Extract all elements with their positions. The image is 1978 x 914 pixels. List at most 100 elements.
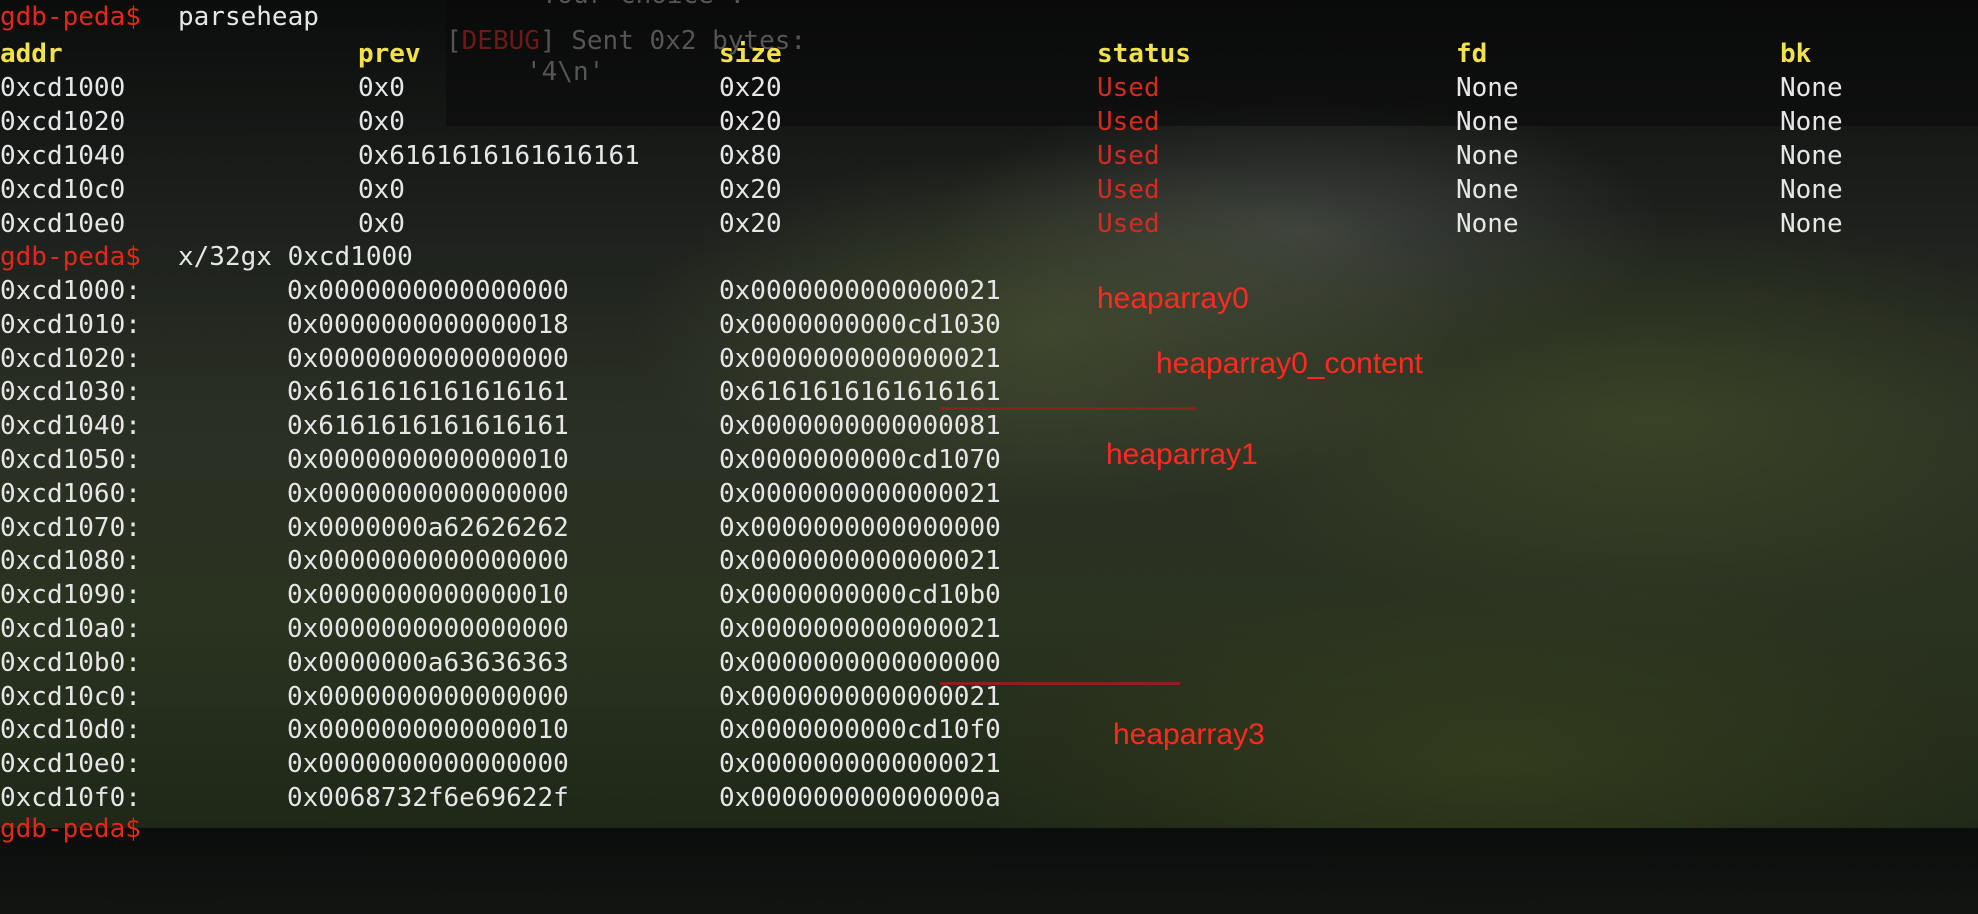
dump-qword-low-cell: 0x0000000000000010 xyxy=(287,715,569,746)
gdb-prompt: gdb-peda$ xyxy=(0,814,141,844)
dump-qword-low-cell: 0x0068732f6e69622f xyxy=(287,783,569,813)
dump-address-cell: 0xcd10f0: xyxy=(0,783,141,813)
command-line-next: gdb-peda$ xyxy=(0,812,141,846)
parseheap-bk-cell: None xyxy=(1780,141,1843,171)
parseheap-size-cell: 0x20 xyxy=(719,107,782,137)
parseheap-size-cell: 0x80 xyxy=(719,141,782,171)
dump-address-cell: 0xcd1010: xyxy=(0,309,141,340)
parseheap-prev-cell: 0x0 xyxy=(358,175,405,205)
dump-address-cell: 0xcd10a0: xyxy=(0,614,141,644)
annotation-underline-2 xyxy=(940,682,1180,685)
parseheap-fd-cell: None xyxy=(1456,209,1519,239)
parseheap-bk-cell: None xyxy=(1780,73,1843,103)
dump-qword-low-cell: 0x0000000000000000 xyxy=(287,478,569,509)
command-line-parseheap: gdb-peda$ parseheap xyxy=(0,0,319,34)
dump-qword-high-cell: 0x0000000000000021 xyxy=(719,276,1001,306)
bg-debug-tag: DEBUG xyxy=(461,26,540,56)
header-addr: addr xyxy=(0,39,63,69)
dump-address-cell: 0xcd1030: xyxy=(0,377,141,408)
parseheap-header: addr prev size status fd bk xyxy=(0,37,1811,71)
dump-qword-high-cell: 0x6161616161616161 xyxy=(719,377,1001,408)
dump-qword-low-cell: 0x6161616161616161 xyxy=(287,411,569,442)
dump-qword-high-cell: 0x0000000000000021 xyxy=(719,614,1001,644)
dump-qword-high-cell: 0x0000000000cd10f0 xyxy=(719,715,1001,746)
parseheap-status-cell: Used xyxy=(1097,175,1160,205)
header-bk: bk xyxy=(1780,39,1812,69)
parseheap-status-cell: Used xyxy=(1097,209,1160,239)
dump-address-cell: 0xcd10b0: xyxy=(0,647,141,678)
dump-address-cell: 0xcd1000: xyxy=(0,276,141,306)
parseheap-size-cell: 0x20 xyxy=(719,73,782,103)
bg-choice-line: 'Your choice :' xyxy=(526,0,761,10)
parseheap-bk-cell: None xyxy=(1780,209,1843,239)
parseheap-addr-cell: 0xcd1040 xyxy=(0,141,126,171)
dump-qword-high-cell: 0x0000000000000000 xyxy=(719,512,1001,543)
dump-address-cell: 0xcd1080: xyxy=(0,546,141,577)
parseheap-addr-cell: 0xcd1020 xyxy=(0,107,126,137)
parseheap-fd-cell: None xyxy=(1456,73,1519,103)
command-line-dump: gdb-peda$ x/32gx 0xcd1000 xyxy=(0,240,413,274)
gdb-prompt: gdb-peda$ xyxy=(0,242,141,272)
gdb-prompt: gdb-peda$ xyxy=(0,2,141,32)
dump-address-cell: 0xcd1060: xyxy=(0,478,141,509)
dump-qword-low-cell: 0x0000000000000000 xyxy=(287,614,569,644)
dump-qword-low-cell: 0x6161616161616161 xyxy=(287,377,569,408)
dump-qword-low-cell: 0x0000000000000000 xyxy=(287,749,569,780)
dump-qword-high-cell: 0x0000000000cd10b0 xyxy=(719,580,1001,611)
dump-address-cell: 0xcd1050: xyxy=(0,445,141,475)
parseheap-prev-cell: 0x0 xyxy=(358,209,405,239)
parseheap-status-cell: Used xyxy=(1097,107,1160,137)
parseheap-prev-cell: 0x6161616161616161 xyxy=(358,141,640,171)
parseheap-status-cell: Used xyxy=(1097,73,1160,103)
bg-input-line: '4\n' xyxy=(526,57,605,87)
dump-address-cell: 0xcd10d0: xyxy=(0,715,141,746)
terminal-window[interactable]: 'Your choice :' [DEBUG] Sent 0x2 bytes: … xyxy=(0,0,1978,844)
parseheap-size-cell: 0x20 xyxy=(719,175,782,205)
parseheap-addr-cell: 0xcd10c0 xyxy=(0,175,126,205)
command-text: parseheap xyxy=(178,2,319,32)
dump-qword-low-cell: 0x0000000a63636363 xyxy=(287,647,569,678)
dump-qword-low-cell: 0x0000000000000000 xyxy=(287,343,569,374)
annotation-heaparray1: heaparray1 xyxy=(1106,438,1258,471)
parseheap-prev-cell: 0x0 xyxy=(358,73,405,103)
dump-qword-low-cell: 0x0000000000000000 xyxy=(287,681,569,712)
parseheap-size-cell: 0x20 xyxy=(719,209,782,239)
annotation-heaparray0-content: heaparray0_content xyxy=(1156,347,1423,380)
parseheap-prev-cell: 0x0 xyxy=(358,107,405,137)
dump-qword-low-cell: 0x0000000000000010 xyxy=(287,445,569,475)
dump-qword-low-cell: 0x0000000000000018 xyxy=(287,309,569,340)
parseheap-fd-cell: None xyxy=(1456,175,1519,205)
parseheap-addr-cell: 0xcd1000 xyxy=(0,73,126,103)
dump-address-cell: 0xcd1090: xyxy=(0,580,141,611)
parseheap-fd-cell: None xyxy=(1456,107,1519,137)
header-status: status xyxy=(1097,39,1191,69)
parseheap-bk-cell: None xyxy=(1780,107,1843,137)
dump-address-cell: 0xcd1040: xyxy=(0,411,141,442)
command-text: x/32gx 0xcd1000 xyxy=(178,242,413,272)
annotation-heaparray3: heaparray3 xyxy=(1113,718,1265,751)
header-prev: prev xyxy=(358,39,421,69)
parseheap-bk-cell: None xyxy=(1780,175,1843,205)
dump-qword-high-cell: 0x0000000000cd1030 xyxy=(719,309,1001,340)
dump-qword-high-cell: 0x0000000000000021 xyxy=(719,749,1001,780)
parseheap-fd-cell: None xyxy=(1456,141,1519,171)
dump-qword-high-cell: 0x0000000000000021 xyxy=(719,478,1001,509)
dump-address-cell: 0xcd10e0: xyxy=(0,749,141,780)
dump-address-cell: 0xcd10c0: xyxy=(0,681,141,712)
header-size: size xyxy=(719,39,782,69)
dump-qword-high-cell: 0x0000000000cd1070 xyxy=(719,445,1001,475)
dump-qword-high-cell: 0x000000000000000a xyxy=(719,783,1001,813)
background-terminal: 'Your choice :' [DEBUG] Sent 0x2 bytes: … xyxy=(446,0,1978,126)
header-fd: fd xyxy=(1456,39,1488,69)
dump-qword-high-cell: 0x0000000000000021 xyxy=(719,546,1001,577)
parseheap-status-cell: Used xyxy=(1097,141,1160,171)
dump-qword-low-cell: 0x0000000000000000 xyxy=(287,546,569,577)
annotation-underline-1 xyxy=(940,407,1196,410)
dump-qword-low-cell: 0x0000000000000010 xyxy=(287,580,569,611)
dump-qword-low-cell: 0x0000000a62626262 xyxy=(287,512,569,543)
parseheap-addr-cell: 0xcd10e0 xyxy=(0,209,126,239)
dump-qword-high-cell: 0x0000000000000000 xyxy=(719,647,1001,678)
dump-qword-high-cell: 0x0000000000000081 xyxy=(719,411,1001,442)
dump-qword-high-cell: 0x0000000000000021 xyxy=(719,343,1001,374)
dump-address-cell: 0xcd1020: xyxy=(0,343,141,374)
